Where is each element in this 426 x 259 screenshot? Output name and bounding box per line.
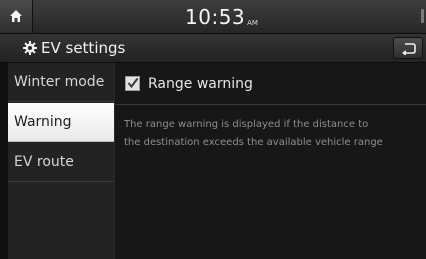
- checkmark-icon: [127, 77, 139, 89]
- home-icon: [10, 10, 22, 22]
- gear-icon: [23, 41, 37, 55]
- range-warning-description: The range warning is displayed if the di…: [124, 116, 426, 152]
- status-bar: 10:53 AM: [0, 0, 426, 34]
- range-warning-label: Range warning: [148, 76, 253, 92]
- left-edge: [0, 63, 8, 259]
- clock-ampm: AM: [247, 19, 258, 27]
- description-line: the destination exceeds the available ve…: [124, 137, 383, 148]
- sidebar-item-ev-route[interactable]: EV route: [8, 143, 114, 182]
- sidebar-item-warning[interactable]: Warning: [8, 103, 114, 142]
- page-title: EV settings: [41, 39, 126, 57]
- range-warning-checkbox[interactable]: [125, 76, 140, 91]
- description-line: The range warning is displayed if the di…: [124, 119, 369, 130]
- sidebar-menu: Winter mode Warning EV route: [8, 63, 114, 259]
- title-bar: EV settings: [0, 34, 426, 63]
- sidebar-item-winter-mode[interactable]: Winter mode: [8, 63, 114, 102]
- clock: 10:53 AM: [185, 4, 258, 30]
- sidebar-item-label: EV route: [14, 154, 74, 170]
- status-edge-indicator: [421, 9, 424, 23]
- head-unit-screen: 10:53 AM EV settings Winter mode Warning…: [0, 0, 426, 259]
- sidebar-item-label: Winter mode: [14, 74, 105, 90]
- divider: [115, 104, 426, 105]
- sidebar-item-label: Warning: [14, 114, 72, 130]
- back-button[interactable]: [393, 37, 423, 59]
- home-button[interactable]: [0, 0, 33, 33]
- clock-time: 10:53: [185, 5, 246, 29]
- content-panel: Range warning The range warning is displ…: [114, 63, 426, 259]
- back-arrow-icon: [402, 43, 416, 55]
